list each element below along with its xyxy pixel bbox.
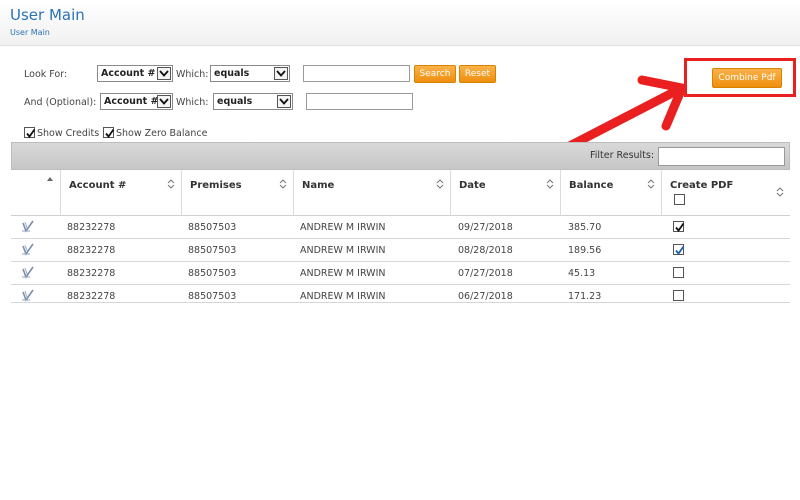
select-all-checkbox[interactable] [674, 194, 685, 205]
and-field-select[interactable]: Account # [100, 93, 173, 110]
show-credits-label: Show Credits [37, 128, 100, 139]
filter-results-input[interactable] [658, 147, 785, 166]
sort-icon [436, 179, 444, 189]
cell-balance: 189.56 [568, 245, 602, 256]
and-value-input[interactable] [306, 93, 413, 110]
cell-date: 08/28/2018 [458, 245, 513, 256]
column-header-label: Premises [190, 180, 242, 191]
which-label: Which: [176, 69, 209, 80]
column-header-label: Account # [69, 180, 127, 191]
sort-icon [776, 187, 784, 197]
pdf-document-icon[interactable] [21, 266, 35, 279]
column-header-account[interactable]: Account # [60, 170, 181, 216]
cell-balance: 171.23 [568, 291, 602, 302]
sort-icon [167, 179, 175, 189]
create-pdf-checkbox[interactable] [673, 267, 684, 278]
column-header-name[interactable]: Name [293, 170, 450, 216]
cell-balance: 45.13 [568, 268, 596, 279]
search-button[interactable]: Search [414, 65, 456, 83]
cell-account: 88232278 [67, 268, 116, 279]
chevron-down-icon [277, 95, 291, 108]
column-header-label: Balance [569, 180, 614, 191]
page-title: User Main [10, 6, 85, 24]
sort-icon [546, 179, 554, 189]
filter-results-label: Filter Results: [590, 150, 655, 161]
column-header-label: Name [302, 180, 335, 191]
show-credits-checkbox[interactable] [24, 127, 36, 138]
checkmark-icon [105, 128, 115, 138]
cell-balance: 385.70 [568, 222, 602, 233]
cell-name: ANDREW M IRWIN [300, 268, 386, 279]
table-header: Account # Premises Name Date Balance Cre… [11, 170, 790, 216]
cell-date: 07/27/2018 [458, 268, 513, 279]
which-operator-value: equals [214, 68, 250, 79]
cell-name: ANDREW M IRWIN [300, 222, 386, 233]
and-which-operator-value: equals [217, 96, 253, 107]
column-header-create-pdf[interactable]: Create PDF [661, 170, 790, 216]
cell-premises: 88507503 [188, 245, 237, 256]
pdf-document-icon[interactable] [21, 289, 35, 302]
cell-account: 88232278 [67, 222, 116, 233]
and-field-value: Account # [104, 96, 159, 107]
cell-name: ANDREW M IRWIN [300, 245, 386, 256]
look-for-label: Look For: [24, 69, 68, 80]
look-for-field-value: Account # [101, 68, 156, 79]
create-pdf-checkbox[interactable] [673, 244, 685, 255]
table-row[interactable]: 88232278 88507503 ANDREW M IRWIN 07/27/2… [11, 262, 790, 285]
sort-icon [647, 179, 655, 189]
column-header-date[interactable]: Date [450, 170, 560, 216]
column-header-premises[interactable]: Premises [181, 170, 293, 216]
column-header-label: Create PDF [670, 180, 734, 191]
cell-premises: 88507503 [188, 222, 237, 233]
cell-account: 88232278 [67, 245, 116, 256]
and-optional-label: And (Optional): [24, 97, 97, 108]
which-operator-select[interactable]: equals [210, 65, 290, 82]
sort-icon [279, 179, 287, 189]
pdf-document-icon[interactable] [21, 243, 35, 256]
checkmark-icon [26, 128, 36, 138]
chevron-down-icon [274, 67, 288, 80]
checkmark-icon [675, 245, 685, 255]
table-row[interactable]: 88232278 88507503 ANDREW M IRWIN 08/28/2… [11, 239, 790, 262]
page-header: User Main User Main [0, 0, 800, 46]
column-header-icon[interactable] [11, 170, 60, 216]
highlight-box [684, 58, 796, 97]
table-row[interactable]: 88232278 88507503 ANDREW M IRWIN 09/27/2… [11, 216, 790, 239]
sort-up-icon [47, 177, 53, 181]
cell-premises: 88507503 [188, 268, 237, 279]
cell-date: 09/27/2018 [458, 222, 513, 233]
column-header-balance[interactable]: Balance [560, 170, 661, 216]
show-zero-balance-label: Show Zero Balance [116, 128, 208, 139]
chevron-down-icon [157, 67, 171, 80]
cell-date: 06/27/2018 [458, 291, 513, 302]
pdf-document-icon[interactable] [21, 220, 35, 233]
look-for-value-input[interactable] [303, 65, 410, 82]
column-header-label: Date [459, 180, 486, 191]
checkmark-icon [675, 222, 685, 232]
reset-button[interactable]: Reset [459, 65, 496, 83]
and-which-operator-select[interactable]: equals [213, 93, 293, 110]
create-pdf-checkbox[interactable] [673, 290, 684, 301]
cell-account: 88232278 [67, 291, 116, 302]
show-zero-balance-checkbox[interactable] [103, 127, 115, 138]
look-for-field-select[interactable]: Account # [97, 65, 173, 82]
table-row[interactable]: 88232278 88507503 ANDREW M IRWIN 06/27/2… [11, 285, 790, 303]
breadcrumb[interactable]: User Main [10, 28, 50, 37]
chevron-down-icon [157, 95, 171, 108]
which-label-2: Which: [176, 97, 209, 108]
cell-premises: 88507503 [188, 291, 237, 302]
create-pdf-checkbox[interactable] [673, 221, 685, 232]
cell-name: ANDREW M IRWIN [300, 291, 386, 302]
